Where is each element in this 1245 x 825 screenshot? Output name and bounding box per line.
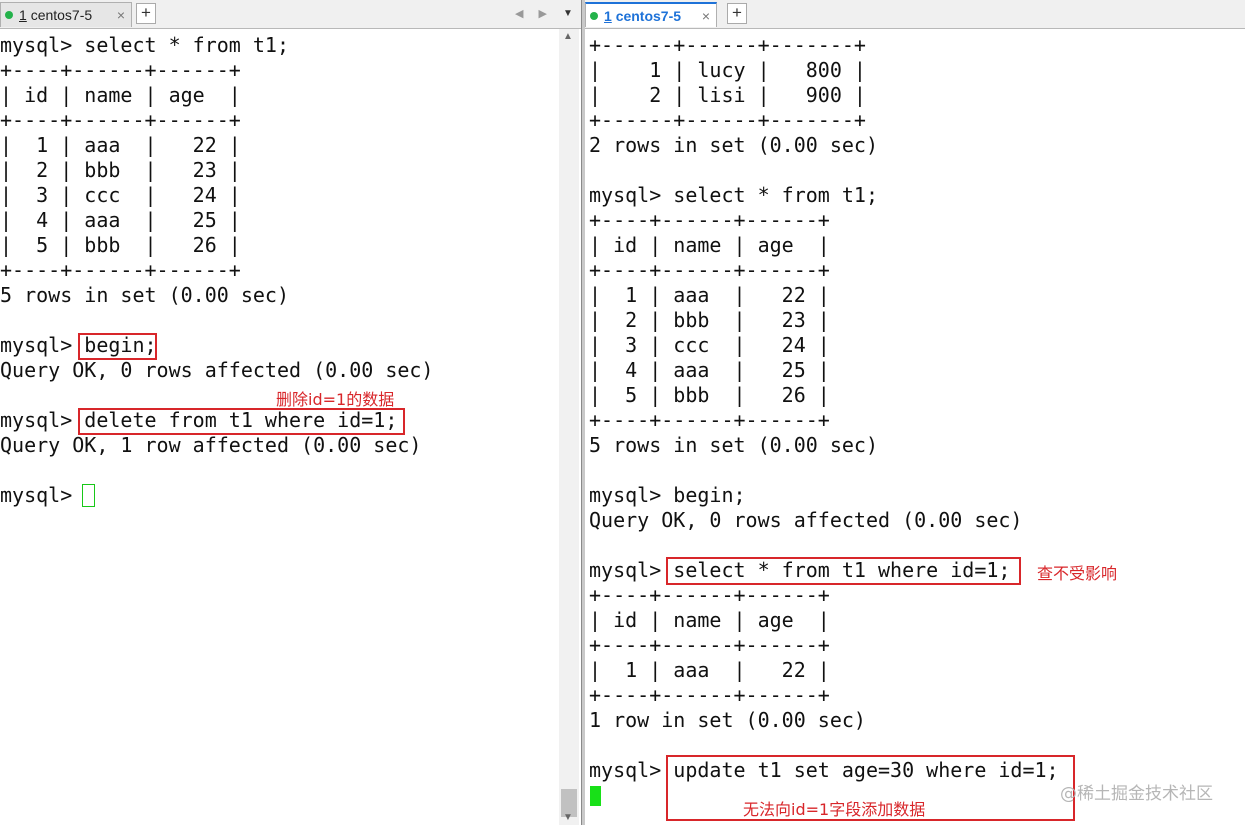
right-tab-bar: 1 centos7-5 × +	[585, 0, 1245, 29]
terminal-line: 1 row in set (0.00 sec)	[589, 708, 866, 732]
terminal-line: | id | name | age |	[589, 608, 830, 632]
terminal-line: | id | name | age |	[0, 83, 241, 107]
terminal-line: mysql>	[0, 483, 85, 507]
terminal-line: 5 rows in set (0.00 sec)	[589, 433, 878, 457]
terminal-line: +------+------+-------+	[589, 108, 866, 132]
terminal-line: mysql> begin;	[0, 333, 157, 357]
terminal-line: | id | name | age |	[589, 233, 830, 257]
terminal-line: +----+------+------+	[589, 408, 830, 432]
terminal-line: | 1 | lucy | 800 |	[589, 58, 866, 82]
tab-left-session[interactable]: 1 centos7-5 ×	[0, 2, 132, 27]
right-terminal-pane: 1 centos7-5 × + +------+------+-------+ |…	[585, 0, 1245, 825]
terminal-output[interactable]: mysql> select * from t1; +----+------+---…	[0, 33, 433, 508]
left-terminal-pane: 1 centos7-5 × + ◀ ▶ ▼ mysql> select * fr…	[0, 0, 583, 825]
terminal-line: | 1 | aaa | 22 |	[589, 658, 830, 682]
tab-label: 1 centos7-5	[604, 8, 682, 24]
terminal-line: +----+------+------+	[589, 208, 830, 232]
connected-status-icon	[5, 11, 13, 19]
terminal-line: +----+------+------+	[0, 258, 241, 282]
terminal-cursor	[590, 786, 601, 806]
terminal-line: | 5 | bbb | 26 |	[589, 383, 830, 407]
add-tab-button[interactable]: +	[136, 3, 156, 24]
terminal-line: +----+------+------+	[589, 583, 830, 607]
scroll-up-icon[interactable]: ▲	[563, 31, 573, 42]
terminal-output[interactable]: +------+------+-------+ | 1 | lucy | 800 …	[589, 33, 1059, 808]
terminal-line: | 4 | aaa | 25 |	[0, 208, 241, 232]
terminal-line: 2 rows in set (0.00 sec)	[589, 133, 878, 157]
terminal-line: | 2 | bbb | 23 |	[0, 158, 241, 182]
terminal-line: | 3 | ccc | 24 |	[0, 183, 241, 207]
terminal-line: | 4 | aaa | 25 |	[589, 358, 830, 382]
terminal-line: Query OK, 0 rows affected (0.00 sec)	[0, 358, 434, 382]
left-tab-bar: 1 centos7-5 × + ◀ ▶ ▼	[0, 0, 583, 29]
terminal-line: | 3 | ccc | 24 |	[589, 333, 830, 357]
terminal-line: +----+------+------+	[589, 683, 830, 707]
terminal-line: mysql> select * from t1;	[0, 33, 289, 57]
terminal-line: | 1 | aaa | 22 |	[0, 133, 241, 157]
tab-label: 1 centos7-5	[19, 7, 93, 23]
tab-close-icon[interactable]: ×	[702, 4, 710, 28]
terminal-line: +----+------+------+	[0, 108, 241, 132]
terminal-line: | 2 | bbb | 23 |	[589, 308, 830, 332]
scroll-down-icon[interactable]: ▼	[563, 812, 573, 823]
terminal-line: mysql> select * from t1;	[589, 183, 878, 207]
add-tab-button[interactable]: +	[727, 3, 747, 24]
terminal-line: Query OK, 0 rows affected (0.00 sec)	[589, 508, 1023, 532]
annotation-update-note: 无法向id=1字段添加数据	[743, 800, 926, 819]
highlight-delete-command	[78, 408, 405, 435]
terminal-line: mysql> begin;	[589, 483, 746, 507]
terminal-line: | 2 | lisi | 900 |	[589, 83, 866, 107]
annotation-delete-note: 删除id=1的数据	[276, 390, 395, 409]
watermark: @稀土掘金技术社区	[1060, 784, 1213, 804]
terminal-line: +------+------+-------+	[589, 33, 866, 57]
terminal-line: 5 rows in set (0.00 sec)	[0, 283, 289, 307]
vertical-scrollbar[interactable]: ▲ ▼	[559, 29, 579, 825]
terminal-line: | 1 | aaa | 22 |	[589, 283, 830, 307]
highlight-select-where-command	[666, 557, 1021, 585]
terminal-line: Query OK, 1 row affected (0.00 sec)	[0, 433, 422, 457]
terminal-line: +----+------+------+	[0, 58, 241, 82]
terminal-cursor	[82, 484, 95, 507]
highlight-begin-command	[78, 333, 157, 360]
tab-scroll-arrows-icon[interactable]: ◀ ▶	[515, 0, 553, 28]
connected-status-icon	[590, 12, 598, 20]
annotation-query-note: 查不受影响	[1037, 564, 1118, 583]
tab-menu-chevron-icon[interactable]: ▼	[563, 0, 573, 28]
tab-close-icon[interactable]: ×	[117, 3, 125, 27]
terminal-line: +----+------+------+	[589, 633, 830, 657]
tab-right-session-active[interactable]: 1 centos7-5 ×	[585, 2, 717, 27]
terminal-line: | 5 | bbb | 26 |	[0, 233, 241, 257]
terminal-line: +----+------+------+	[589, 258, 830, 282]
